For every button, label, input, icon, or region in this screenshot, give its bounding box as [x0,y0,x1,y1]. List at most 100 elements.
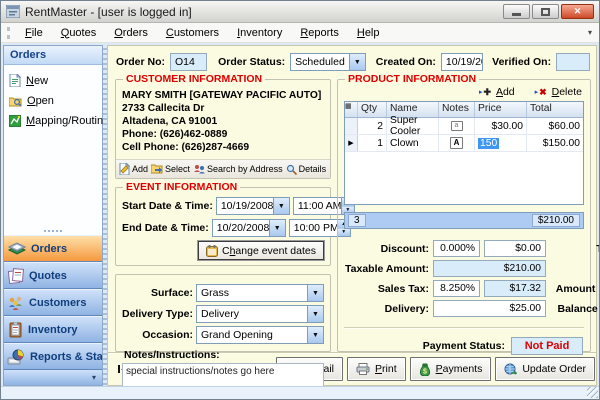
customer-search-by-address-button[interactable]: Search by Address [193,164,283,175]
resize-grip[interactable] [587,387,598,398]
close-button[interactable]: ✕ [561,4,594,19]
taxable-amount-label: Taxable Amount: [345,263,429,275]
menu-file[interactable]: File [16,25,52,41]
customer-add-button[interactable]: Add [119,163,148,175]
discount-percent-field[interactable]: 0.000% [433,240,480,257]
total-label: Total: [550,243,600,255]
notes-button[interactable]: A [450,137,463,149]
product-summary-band: 3 $210.00 [344,212,584,229]
sidebar-item-open[interactable]: Open [9,95,97,107]
dropdown-arrow-icon[interactable]: ▼ [349,54,365,70]
occasion-select[interactable]: Grand Opening ▼ [196,326,324,344]
sidebar-item-new[interactable]: New [9,74,97,87]
product-grid-header: ▦ Qty Name Notes Price Total [345,102,583,118]
total-quantity: 3 [348,214,366,227]
payment-separator [344,327,584,329]
product-grid[interactable]: ▦ Qty Name Notes Price Total 2 Super Coo… [344,101,584,205]
surface-select[interactable]: Grass ▼ [196,284,324,302]
nav-button-inventory[interactable]: Inventory [4,316,102,343]
sidebar-actions: New Open Mapping/Routing [4,65,102,227]
nav-button-orders[interactable]: Orders [4,235,102,262]
row-marker-icon: ▶ [345,135,358,151]
notes-column-header[interactable]: Notes [439,102,475,117]
created-on-field[interactable]: 10/19/2008 [441,53,483,71]
update-order-button[interactable]: Update Order [495,357,595,381]
product-delete-button[interactable]: ▸✖ Delete [535,86,582,98]
price-column-header[interactable]: Price [475,102,527,117]
discount-amount-field[interactable]: $0.00 [484,240,546,257]
dropdown-arrow-icon[interactable]: ▼ [307,306,323,322]
order-status-select[interactable]: Scheduled ▼ [290,53,366,71]
customer-cell-phone: Cell Phone: (626)287-4669 [122,141,324,154]
menu-bar: File Quotes Orders Customers Inventory R… [1,23,599,43]
taxable-amount-field: $210.00 [433,260,546,277]
verified-on-label: Verified On: [492,56,551,68]
menu-quotes[interactable]: Quotes [52,25,105,41]
menu-customers[interactable]: Customers [157,25,228,41]
dropdown-arrow-icon[interactable]: ▼ [273,198,289,214]
maximize-button[interactable] [532,4,559,19]
delivery-field[interactable]: $25.00 [433,300,546,317]
update-globe-icon [504,363,517,376]
sidebar: Orders New Open Mapping/Routing Orders [3,45,103,386]
product-row-selected[interactable]: ▶ 1 Clown A 150 $150.00 [345,135,583,152]
payment-status-value: Not Paid [511,337,583,355]
customer-details-button[interactable]: Details [286,164,327,175]
menu-overflow-icon[interactable]: ▾ [588,28,595,37]
notes-button[interactable]: a [451,121,463,131]
sales-tax-percent-field[interactable]: 8.250% [433,280,480,297]
customer-information-section: CUSTOMER INFORMATION MARY SMITH [GATEWAY… [115,79,331,179]
customer-select-button[interactable]: Select [151,164,190,174]
nav-button-customers[interactable]: Customers [4,289,102,316]
menu-inventory[interactable]: Inventory [228,25,291,41]
print-button[interactable]: Print [347,357,406,381]
delivery-type-label: Delivery Type: [122,308,193,320]
sidebar-item-mapping-routing[interactable]: Mapping/Routing [9,115,97,127]
customers-icon [7,295,25,311]
menu-orders[interactable]: Orders [105,25,157,41]
payments-button[interactable]: $ Payments [410,357,492,381]
end-date-select[interactable]: 10/20/2008 ▼ [212,219,286,237]
verified-on-field[interactable] [556,53,590,71]
customer-toolbar: Add Select Search by Address [116,159,330,178]
order-status-label: Order Status: [218,56,285,68]
end-date-time-label: End Date & Time: [122,222,209,234]
title-bar[interactable]: RentMaster - [user is logged in] ✕ [1,1,599,23]
sidebar-nav-splitter[interactable] [4,227,102,235]
balance-due-label: Balance Due: [550,303,600,315]
minimize-button[interactable] [503,4,530,19]
orders-icon [7,241,27,257]
menu-help[interactable]: Help [348,25,389,41]
customer-address1: 2733 Callecita Dr [122,102,324,115]
product-add-button[interactable]: ▸✚ Add [479,86,515,98]
product-section-title: PRODUCT INFORMATION [345,73,479,85]
dropdown-arrow-icon[interactable]: ▼ [307,285,323,301]
dropdown-arrow-icon[interactable]: ▼ [269,220,285,236]
select-customer-icon [151,164,163,174]
start-date-select[interactable]: 10/19/2008 ▼ [216,197,290,215]
open-folder-icon [9,96,22,107]
price-edit-cell[interactable]: 150 [478,138,499,149]
menu-reports[interactable]: Reports [291,25,348,41]
created-on-label: Created On: [376,56,436,68]
right-column: PRODUCT INFORMATION ▸✚ Add ▸✖ Delete [337,79,591,352]
menu-grip[interactable] [7,27,10,39]
app-icon [6,5,20,18]
total-column-header[interactable]: Total [527,102,583,117]
delivery-type-select[interactable]: Delivery ▼ [196,305,324,323]
event-information-section: EVENT INFORMATION Start Date & Time: 10/… [115,187,331,266]
sidebar-item-label: Open [27,95,54,107]
nav-button-reports-statistics[interactable]: Reports & Stati... [4,343,102,370]
customer-name: MARY SMITH [GATEWAY PACIFIC AUTO] [122,89,324,102]
change-event-dates-button[interactable]: Change event dates [198,241,324,260]
sales-tax-amount-field: $17.32 [484,280,546,297]
amount-paid-label: Amount Paid: [550,283,600,295]
calendar-icon [206,245,218,257]
nav-button-quotes[interactable]: Quotes [4,262,102,289]
nav-overflow-strip[interactable]: ▾ [4,370,102,385]
order-no-field[interactable]: O14 [170,53,207,71]
dropdown-arrow-icon[interactable]: ▼ [307,327,323,343]
customer-phone: Phone: (626)462-0889 [122,128,324,141]
product-row[interactable]: 2 Super Cooler a $30.00 $60.00 [345,118,583,135]
qty-column-header[interactable]: Qty [358,102,387,117]
